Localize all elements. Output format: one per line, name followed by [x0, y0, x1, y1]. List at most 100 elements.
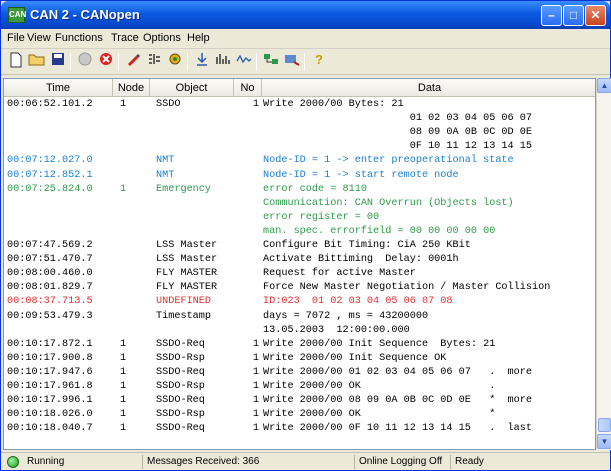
table-row[interactable]: man. spec. errorfield = 00 00 00 00 00 [4, 225, 595, 238]
row-object: LSS Master [156, 254, 218, 266]
table-row[interactable]: error register = 00 [4, 211, 595, 224]
row-object: NMT [156, 169, 175, 181]
config-icon[interactable] [165, 52, 185, 72]
row-time: 00:10:17.872.1 [7, 338, 93, 350]
row-node: 1 [120, 423, 127, 435]
table-row[interactable]: 01 02 03 04 05 06 07 [4, 112, 595, 125]
table-row[interactable]: 00:10:17.996.1 1 SSDO-Req 1 Write 2000/00 08… [4, 394, 595, 407]
network-icon[interactable] [261, 52, 281, 72]
row-no: 1 [252, 366, 259, 378]
column-header-node[interactable]: Node [113, 79, 150, 97]
row-data: Force New Master Negotiation / Master Co… [263, 282, 551, 294]
filter-icon[interactable] [144, 52, 164, 72]
table-row[interactable]: 00:10:17.900.8 1 SSDO-Rsp 1 Write 2000/00 In… [4, 352, 595, 365]
help-icon[interactable]: ? [309, 52, 329, 72]
table-row[interactable]: 00:07:12.027.0 NMT Node-ID = 1 -> enter pr… [4, 154, 595, 167]
row-node: 1 [120, 338, 127, 350]
menu-help[interactable]: Help [187, 32, 210, 44]
bar-chart-icon[interactable] [213, 52, 233, 72]
table-row[interactable]: 00:10:18.026.0 1 SSDO-Rsp 1 Write 2000/00 OK… [4, 408, 595, 421]
table-row[interactable]: 00:10:17.961.8 1 SSDO-Rsp 1 Write 2000/00 OK… [4, 380, 595, 393]
table-row[interactable]: Communication: CAN Overrun (Objects lost… [4, 197, 595, 210]
toolbar-separator [304, 53, 305, 71]
open-folder-icon[interactable] [27, 52, 47, 72]
row-no: 1 [252, 352, 259, 364]
table-row[interactable]: 00:06:52.101.2 1 SSDO 1 Write 2000/00 Bytes:… [4, 98, 595, 111]
toolbar: ? [1, 49, 610, 75]
row-node: 1 [120, 99, 127, 110]
trace-icon[interactable] [234, 52, 254, 72]
title-bar[interactable]: CAN CAN 2 - CANopen – □ ✕ [1, 1, 610, 29]
running-status-led-icon [7, 456, 19, 468]
table-row[interactable]: 00:08:37.713.5 UNDEFINED ID:023 01 02 03 0… [4, 295, 595, 308]
can-app-icon: CAN [8, 7, 26, 23]
table-row[interactable]: 00:07:47.569.2 LSS Master Configure Bit Ti… [4, 239, 595, 252]
row-object: SSDO-Req [156, 423, 205, 435]
column-header-object[interactable]: Object [150, 79, 234, 97]
disabled-connect-icon[interactable] [75, 52, 95, 72]
toolbar-separator [118, 53, 119, 71]
row-node: 1 [120, 183, 127, 195]
stop-icon[interactable] [96, 52, 116, 72]
row-data: Communication: CAN Overrun (Objects lost… [263, 197, 514, 209]
message-trace-list[interactable]: Time Node Object No Data 00:06:52.101.2 1… [3, 78, 596, 450]
scrollbar-thumb[interactable] [598, 418, 611, 432]
row-node: 1 [120, 409, 127, 421]
column-header-time[interactable]: Time [4, 79, 113, 97]
scroll-down-arrow-icon[interactable]: ▼ [597, 434, 611, 449]
row-data: Write 2000/00 OK * [263, 409, 496, 421]
row-no: 1 [252, 99, 259, 110]
status-ready: Ready [455, 456, 484, 467]
row-time: 00:08:01.829.7 [7, 282, 93, 294]
column-header-data[interactable]: Data [262, 79, 595, 97]
menu-trace[interactable]: Trace [111, 32, 139, 44]
table-row[interactable]: 0F 10 11 12 13 14 15 [4, 140, 595, 153]
row-data: Write 2000/00 08 09 0A 0B 0C 0D 0E * mor… [263, 395, 532, 407]
maximize-button[interactable]: □ [563, 5, 584, 26]
table-row[interactable]: 00:07:25.824.0 1 Emergency error code = 811… [4, 183, 595, 196]
row-data: Configure Bit Timing: CiA 250 KBit [263, 240, 471, 251]
menu-functions[interactable]: Functions [55, 32, 103, 44]
table-row[interactable]: 00:09:53.479.3 Timestamp days = 7072 , ms … [4, 310, 595, 323]
menu-options[interactable]: Options [143, 32, 181, 44]
table-row[interactable]: 00:10:17.872.1 1 SSDO-Req 1 Write 2000/00 In… [4, 338, 595, 351]
row-node: 1 [120, 366, 127, 378]
row-object: SSDO-Rsp [156, 381, 205, 392]
table-row[interactable]: 00:07:12.852.1 NMT Node-ID = 1 -> start re… [4, 169, 595, 182]
row-time: 00:10:17.996.1 [7, 395, 93, 407]
toolbar-separator [187, 53, 188, 71]
row-data: 0F 10 11 12 13 14 15 [263, 141, 532, 153]
table-row[interactable]: 00:07:51.470.7 LSS Master Activate Bittimi… [4, 253, 595, 266]
scroll-up-arrow-icon[interactable]: ▲ [597, 78, 611, 93]
vertical-scrollbar[interactable]: ▲ ▼ [596, 78, 611, 450]
row-object: SSDO-Req [156, 366, 205, 378]
table-row[interactable]: 00:10:17.947.6 1 SSDO-Req 1 Write 2000/00 01… [4, 366, 595, 379]
row-object: SSDO-Rsp [156, 409, 205, 421]
new-file-icon[interactable] [6, 52, 26, 72]
row-data: ID:023 01 02 03 04 05 06 07 08 [263, 296, 453, 308]
edit-icon[interactable] [123, 52, 143, 72]
row-data: 13.05.2003 12:00:00.000 [263, 324, 410, 336]
save-icon[interactable] [48, 52, 68, 72]
status-bar: Running Messages Received: 366 Online Lo… [1, 452, 610, 470]
table-row[interactable]: 08 09 0A 0B 0C 0D 0E [4, 126, 595, 139]
row-data: Write 2000/00 0F 10 11 12 13 14 15 . las… [263, 423, 532, 435]
download-icon[interactable] [192, 52, 212, 72]
row-time: 00:06:52.101.2 [7, 99, 93, 110]
row-object: SSDO-Req [156, 338, 205, 350]
row-node: 1 [120, 381, 127, 392]
table-row[interactable]: 13.05.2003 12:00:00.000 [4, 324, 595, 337]
close-button[interactable]: ✕ [585, 5, 606, 26]
menu-view[interactable]: View [27, 32, 51, 44]
table-row[interactable]: 00:08:01.829.7 FLY MASTER Force New Master… [4, 281, 595, 294]
row-time: 00:08:37.713.5 [7, 296, 93, 308]
status-state: Running [23, 455, 143, 469]
tool-icon[interactable] [282, 52, 302, 72]
menu-file[interactable]: File [7, 32, 25, 44]
column-header-no[interactable]: No [234, 79, 262, 97]
row-data: Write 2000/00 Init Sequence Bytes: 21 [263, 338, 496, 350]
table-row[interactable]: 00:10:18.040.7 1 SSDO-Req 1 Write 2000/00 0F… [4, 422, 595, 435]
minimize-button[interactable]: – [541, 5, 562, 26]
status-messages-received: Messages Received: 366 [143, 455, 355, 469]
table-row[interactable]: 00:08:00.460.0 FLY MASTER Request for acti… [4, 267, 595, 280]
